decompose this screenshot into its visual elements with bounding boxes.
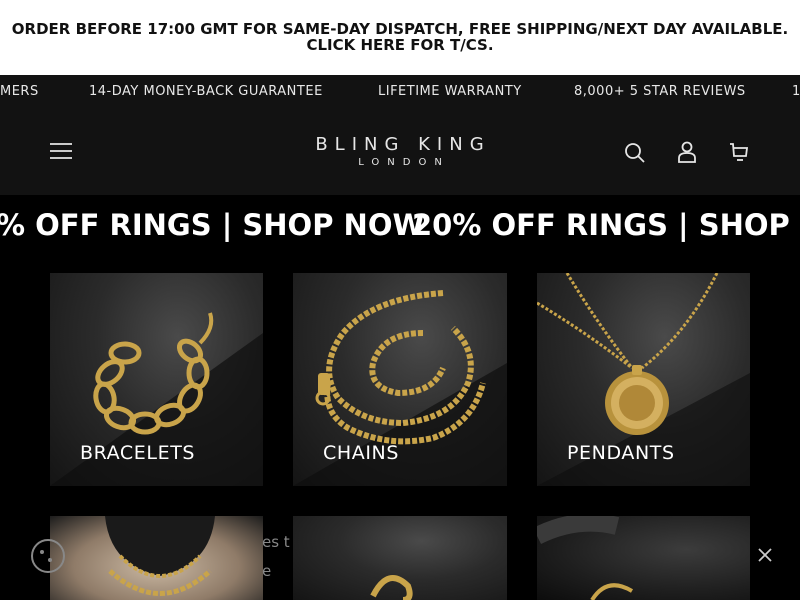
earring-image xyxy=(537,516,634,600)
trust-item: LIFETIME WARRANTY xyxy=(378,84,522,99)
cookie-text: es t xyxy=(262,533,290,551)
category-tile-pendants[interactable]: PENDANTS xyxy=(537,273,750,486)
cart-icon[interactable] xyxy=(729,142,749,166)
promo-item[interactable]: 20% OFF RINGS | SHOP NOW xyxy=(412,208,800,242)
category-label: BRACELETS xyxy=(80,442,196,464)
category-tile-chains[interactable]: CHAINS xyxy=(293,273,507,486)
ring-image xyxy=(370,575,413,600)
trust-item: 8,000+ 5 STAR REVIEWS xyxy=(574,84,746,99)
trust-bar: MERS 14-DAY MONEY-BACK GUARANTEE LIFETIM… xyxy=(0,75,800,108)
trust-item: 14-DAY MONEY-BACK GUARANTEE xyxy=(89,84,323,99)
account-icon[interactable] xyxy=(677,141,697,167)
category-tile-earrings[interactable] xyxy=(537,516,750,600)
category-tile-bracelets[interactable]: BRACELETS xyxy=(50,273,263,486)
model-image xyxy=(105,516,215,596)
announcement-bar[interactable]: ORDER BEFORE 17:00 GMT FOR SAME-DAY DISP… xyxy=(0,0,800,75)
logo-sub: LONDON xyxy=(358,157,450,168)
search-icon[interactable] xyxy=(624,142,646,168)
promo-marquee[interactable]: % OFF RINGS | SHOP NOW 20% OFF RINGS | S… xyxy=(0,195,800,260)
promo-item[interactable]: % OFF RINGS | SHOP NOW xyxy=(0,208,424,242)
site-header: BLING KING LONDON xyxy=(0,108,800,195)
menu-icon[interactable] xyxy=(50,142,72,164)
category-tile-rings[interactable] xyxy=(293,516,507,600)
announcement-line-2[interactable]: CLICK HERE FOR T/CS. xyxy=(0,37,800,53)
trust-item: 1 xyxy=(792,84,800,99)
close-icon[interactable] xyxy=(756,546,774,564)
site-logo[interactable]: BLING KING LONDON xyxy=(300,134,500,168)
trust-item: MERS xyxy=(0,84,39,99)
logo-main: BLING KING xyxy=(315,134,491,155)
category-label: PENDANTS xyxy=(567,442,675,464)
category-label: CHAINS xyxy=(323,442,400,464)
cookie-text: e xyxy=(262,562,272,580)
cookie-icon[interactable] xyxy=(30,538,66,578)
category-tile-men[interactable] xyxy=(50,516,263,600)
announcement-line-1: ORDER BEFORE 17:00 GMT FOR SAME-DAY DISP… xyxy=(11,20,789,38)
